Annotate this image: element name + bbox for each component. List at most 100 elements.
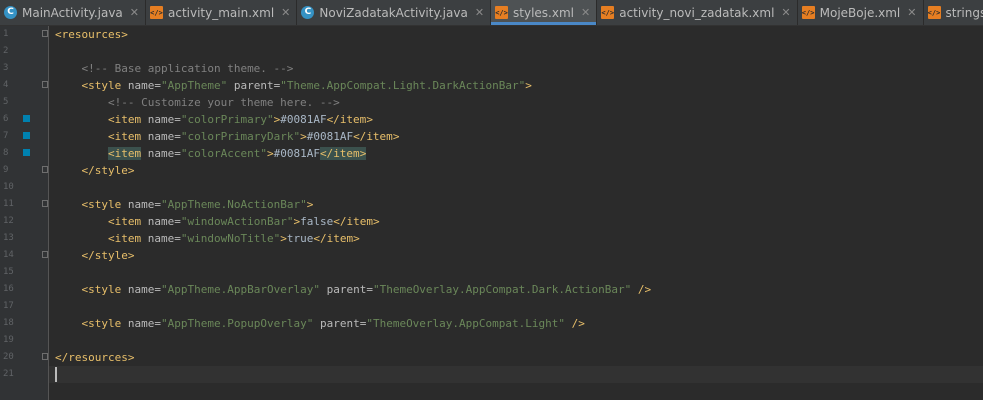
tab-label: strings.xml xyxy=(945,5,983,20)
code-line: </style> xyxy=(81,249,135,262)
code-line: <style name="AppTheme.AppBarOverlay" par… xyxy=(81,283,652,296)
xml-file-icon: </> xyxy=(927,6,941,19)
close-icon[interactable]: ✕ xyxy=(781,6,790,19)
code-line: <resources> xyxy=(55,28,128,41)
code-line: <item name="colorPrimaryDark">#0081AF</i… xyxy=(107,130,400,143)
tab-label: activity_novi_zadatak.xml xyxy=(619,5,775,20)
code-line: <!-- Base application theme. --> xyxy=(81,62,294,75)
xml-file-icon: </> xyxy=(150,6,163,19)
code-line: <style name="AppTheme.PopupOverlay" pare… xyxy=(81,317,585,330)
tab-activity-novi-zadatak-xml[interactable]: </> activity_novi_zadatak.xml ✕ xyxy=(597,0,798,25)
gutter-line: 9 xyxy=(0,162,48,179)
line-number: 14 xyxy=(3,250,14,260)
code-editor[interactable]: <resources> <!-- Base application theme.… xyxy=(49,26,983,400)
xml-file-icon: </> xyxy=(495,6,509,19)
line-number: 18 xyxy=(3,318,14,328)
java-class-icon: C xyxy=(4,6,17,19)
code-line: </style> xyxy=(81,164,135,177)
tab-styles-xml[interactable]: </> styles.xml ✕ xyxy=(491,0,598,25)
line-number: 19 xyxy=(3,335,14,345)
fold-marker-icon[interactable] xyxy=(42,81,48,88)
code-line: </resources> xyxy=(55,351,135,364)
tab-label: MainActivity.java xyxy=(22,5,123,20)
line-number: 9 xyxy=(3,165,9,175)
line-number: 6 xyxy=(3,114,9,124)
code-line: <item name="windowNoTitle">true</item> xyxy=(107,232,360,245)
tab-activity-main-xml[interactable]: </> activity_main.xml ✕ xyxy=(146,0,298,25)
color-swatch-icon[interactable] xyxy=(23,115,30,122)
line-number: 12 xyxy=(3,216,14,226)
line-number: 2 xyxy=(3,46,9,56)
gutter-line: 21 xyxy=(0,366,48,383)
close-icon[interactable]: ✕ xyxy=(581,6,590,19)
color-swatch-icon[interactable] xyxy=(23,149,30,156)
editor-tab-bar: C MainActivity.java ✕ </> activity_main.… xyxy=(0,0,983,26)
fold-marker-icon[interactable] xyxy=(42,30,48,37)
gutter-line: 10 xyxy=(0,179,48,196)
gutter-line: 6 xyxy=(0,111,48,128)
code-line: <item name="colorAccent">#0081AF</item> xyxy=(107,147,367,160)
gutter-line: 19 xyxy=(0,332,48,349)
tab-label: activity_main.xml xyxy=(168,5,275,20)
gutter-line: 17 xyxy=(0,298,48,315)
gutter-line: 18 xyxy=(0,315,48,332)
gutter-line: 13 xyxy=(0,230,48,247)
gutter-line: 1 xyxy=(0,26,48,43)
tab-main-activity-java[interactable]: C MainActivity.java ✕ xyxy=(0,0,146,25)
line-number: 10 xyxy=(3,182,14,192)
close-icon[interactable]: ✕ xyxy=(907,6,916,19)
xml-file-icon: </> xyxy=(601,6,615,19)
close-icon[interactable]: ✕ xyxy=(130,6,139,19)
fold-marker-icon[interactable] xyxy=(42,353,48,360)
fold-marker-icon[interactable] xyxy=(42,166,48,173)
line-number: 8 xyxy=(3,148,9,158)
gutter-line: 12 xyxy=(0,213,48,230)
gutter-line: 8 xyxy=(0,145,48,162)
gutter-line: 2 xyxy=(0,43,48,60)
java-class-icon: C xyxy=(301,6,315,19)
gutter-line: 14 xyxy=(0,247,48,264)
line-number-gutter[interactable]: 1 2 3 4 5 6 7 8 9 10 11 12 13 14 15 16 1… xyxy=(0,26,49,400)
close-icon[interactable]: ✕ xyxy=(281,6,290,19)
code-line: <!-- Customize your theme here. --> xyxy=(107,96,340,109)
gutter-line: 11 xyxy=(0,196,48,213)
close-icon[interactable]: ✕ xyxy=(475,6,484,19)
tab-label: NoviZadatakActivity.java xyxy=(319,5,468,20)
gutter-line: 15 xyxy=(0,264,48,281)
tab-moje-boje-xml[interactable]: </> MojeBoje.xml ✕ xyxy=(798,0,924,25)
fold-marker-icon[interactable] xyxy=(42,251,48,258)
line-number: 3 xyxy=(3,63,9,73)
tab-strings-xml[interactable]: </> strings.xml ✕ xyxy=(924,0,983,25)
tab-novi-zadatak-activity-java[interactable]: C NoviZadatakActivity.java ✕ xyxy=(297,0,492,25)
line-number: 11 xyxy=(3,199,14,209)
line-number: 15 xyxy=(3,267,14,277)
xml-file-icon: </> xyxy=(801,6,815,19)
line-number: 1 xyxy=(3,29,9,39)
gutter-line: 4 xyxy=(0,77,48,94)
line-number: 16 xyxy=(3,284,14,294)
fold-marker-icon[interactable] xyxy=(42,200,48,207)
code-line: <style name="AppTheme" parent="Theme.App… xyxy=(81,79,532,92)
text-caret xyxy=(55,367,57,382)
color-swatch-icon[interactable] xyxy=(23,132,30,139)
line-number: 7 xyxy=(3,131,9,141)
gutter-line: 3 xyxy=(0,60,48,77)
gutter-line: 5 xyxy=(0,94,48,111)
tab-label: MojeBoje.xml xyxy=(819,5,901,20)
gutter-line: 20 xyxy=(0,349,48,366)
code-line-current[interactable] xyxy=(49,366,983,383)
line-number: 21 xyxy=(3,369,14,379)
tab-label: styles.xml xyxy=(513,5,574,20)
code-line: <style name="AppTheme.NoActionBar"> xyxy=(81,198,314,211)
gutter-line: 16 xyxy=(0,281,48,298)
line-number: 17 xyxy=(3,301,14,311)
code-line: <item name="colorPrimary">#0081AF</item> xyxy=(107,113,373,126)
code-line: <item name="windowActionBar">false</item… xyxy=(107,215,380,228)
line-number: 5 xyxy=(3,97,9,107)
line-number: 4 xyxy=(3,80,9,90)
